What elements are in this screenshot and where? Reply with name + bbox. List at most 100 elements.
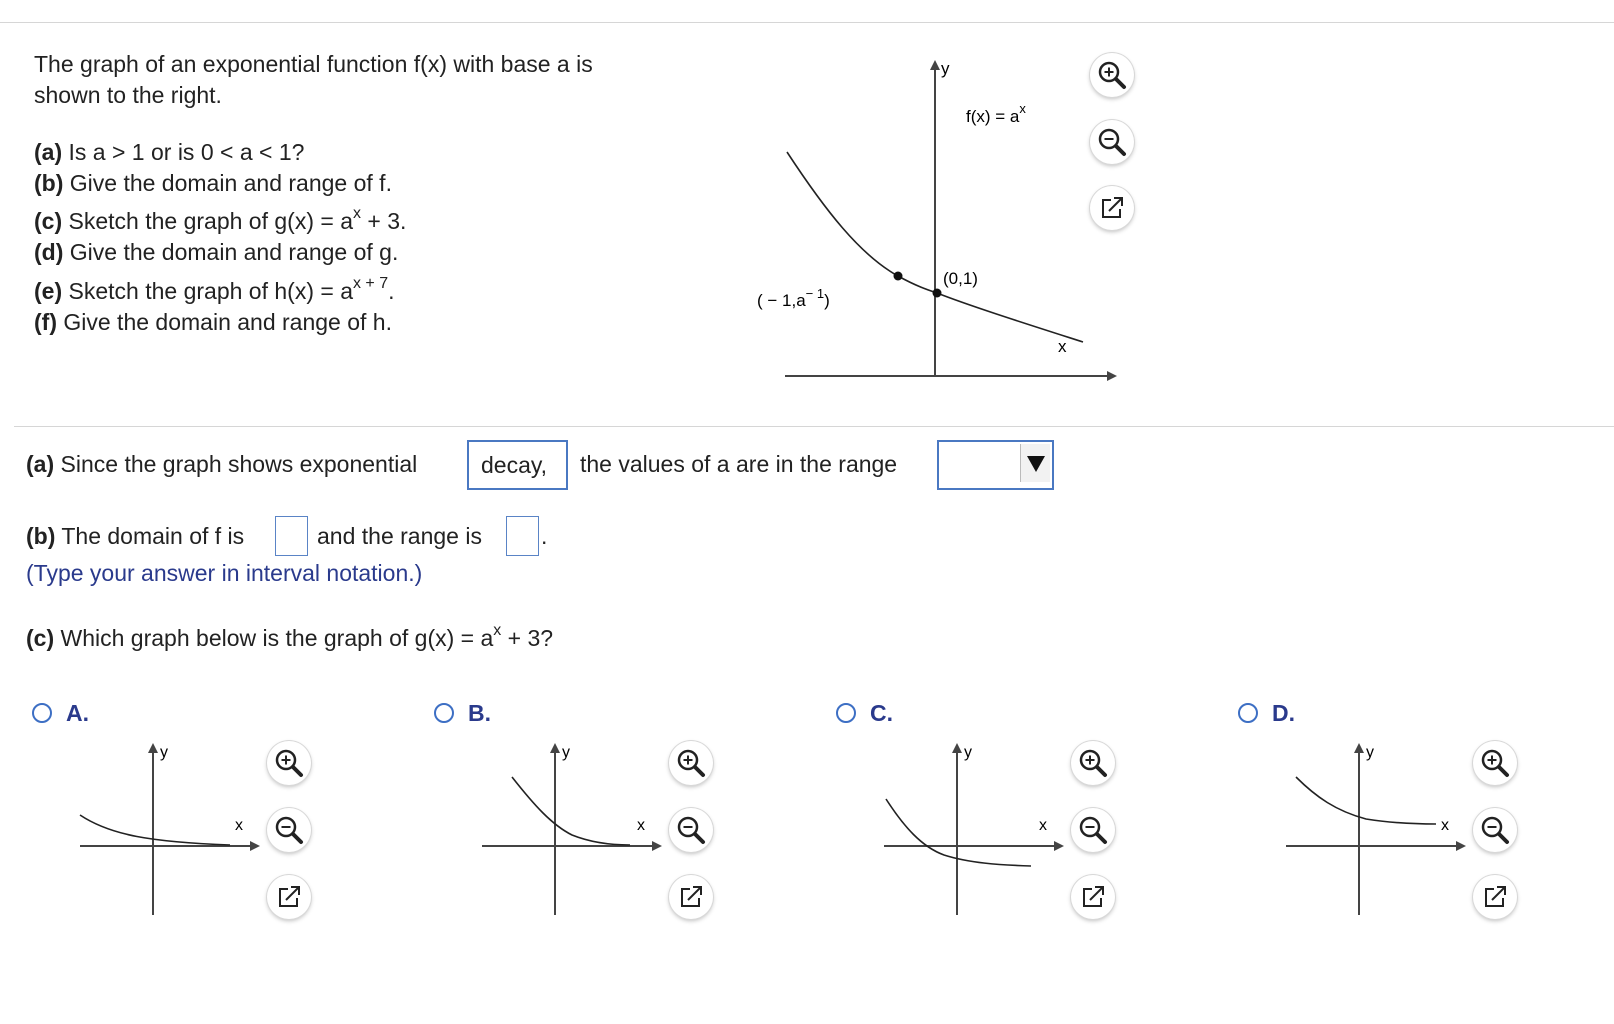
part-tail: . bbox=[388, 278, 395, 304]
main-zoom-in-button[interactable] bbox=[1090, 53, 1134, 97]
domain-input[interactable] bbox=[275, 516, 308, 556]
main-point2-label: ( − 1,a− 1) bbox=[757, 286, 830, 310]
option-c-radio[interactable] bbox=[836, 703, 856, 723]
option-a-curve bbox=[79, 814, 231, 846]
part-exponent: x bbox=[352, 205, 361, 222]
point-0-1 bbox=[932, 288, 942, 298]
part-text: Sketch the graph of h(x) = a bbox=[62, 278, 353, 304]
option-c-zoom-out-button[interactable] bbox=[1071, 808, 1115, 852]
option-d-radio[interactable] bbox=[1238, 703, 1258, 723]
answer-tag: (c) bbox=[26, 625, 55, 651]
top-divider bbox=[0, 22, 1614, 23]
question-part-d: (d) Give the domain and range of g. bbox=[34, 238, 398, 266]
option-c-open-window-button[interactable] bbox=[1071, 875, 1115, 919]
zoom-out-icon bbox=[1481, 816, 1509, 844]
part-text: Is a > 1 or is 0 < a < 1? bbox=[62, 139, 305, 165]
option-d-zoom-in-button[interactable] bbox=[1473, 741, 1517, 785]
interval-notation-hint: (Type your answer in interval notation.) bbox=[26, 560, 423, 586]
answer-a-text: (a) Since the graph shows exponential bbox=[26, 450, 417, 478]
open-window-icon bbox=[1102, 197, 1123, 218]
part-tag: (d) bbox=[34, 239, 64, 265]
range-input[interactable] bbox=[506, 516, 539, 556]
option-c-zoom-in-button[interactable] bbox=[1071, 741, 1115, 785]
option-a-y-label: y bbox=[160, 744, 168, 761]
part-tag: (b) bbox=[34, 170, 64, 196]
dropdown-arrow-icon[interactable] bbox=[1020, 444, 1050, 482]
option-b-radio[interactable] bbox=[434, 703, 454, 723]
open-window-icon bbox=[681, 886, 702, 907]
option-d-graph: y x bbox=[1286, 743, 1466, 915]
answer-tag: (a) bbox=[26, 451, 55, 477]
part-tag: (e) bbox=[34, 278, 63, 304]
option-a-zoom-in-button[interactable] bbox=[267, 741, 311, 785]
part-tag: (f) bbox=[34, 309, 57, 335]
option-d-open-window-button[interactable] bbox=[1473, 875, 1517, 919]
part-exponent: x + 7 bbox=[352, 275, 389, 292]
main-x-label: x bbox=[1058, 337, 1067, 356]
zoom-in-icon bbox=[1098, 61, 1126, 89]
answer-text: Which graph below is the graph of g(x) =… bbox=[54, 625, 494, 651]
zoom-in-icon bbox=[275, 749, 303, 777]
part-text: Sketch the graph of g(x) = a bbox=[62, 208, 353, 234]
main-exponential-graph: y x f(x) = ax (0,1) ( − 1,a− 1) bbox=[757, 59, 1117, 381]
option-d-label[interactable]: D. bbox=[1272, 700, 1295, 727]
question-part-e: (e) Sketch the graph of h(x) = ax + 7. bbox=[34, 275, 395, 305]
part-text: Give the domain and range of f. bbox=[63, 170, 392, 196]
question-intro-line2: shown to the right. bbox=[34, 82, 222, 108]
question-intro-line1: The graph of an exponential function f(x… bbox=[34, 51, 593, 77]
answer-b-period: . bbox=[541, 523, 548, 549]
part-tag: (c) bbox=[34, 208, 63, 234]
option-d-curve bbox=[1295, 776, 1437, 825]
zoom-in-icon bbox=[1481, 749, 1509, 777]
option-b-label[interactable]: B. bbox=[468, 700, 491, 727]
option-a-open-window-button[interactable] bbox=[267, 875, 311, 919]
option-b-open-window-button[interactable] bbox=[669, 875, 713, 919]
part-tail: + 3. bbox=[360, 208, 407, 234]
answer-text: Since the graph shows exponential bbox=[54, 451, 418, 477]
range-dropdown[interactable] bbox=[937, 440, 1054, 490]
option-a-zoom-out-button[interactable] bbox=[267, 808, 311, 852]
zoom-out-icon bbox=[1079, 816, 1107, 844]
answer-c-text: (c) Which graph below is the graph of g(… bbox=[26, 622, 553, 652]
part-tag: (a) bbox=[34, 139, 63, 165]
question-part-a: (a) Is a > 1 or is 0 < a < 1? bbox=[34, 138, 304, 166]
option-a-radio[interactable] bbox=[32, 703, 52, 723]
option-a-label[interactable]: A. bbox=[66, 700, 89, 727]
option-d-zoom-out-button[interactable] bbox=[1473, 808, 1517, 852]
question-part-b: (b) Give the domain and range of f. bbox=[34, 169, 392, 197]
answer-tag: (b) bbox=[26, 523, 56, 549]
open-window-icon bbox=[279, 886, 300, 907]
option-c-curve bbox=[885, 798, 1032, 867]
main-y-label: y bbox=[941, 59, 950, 78]
part-text: Give the domain and range of g. bbox=[63, 239, 399, 265]
option-c-graph: y x bbox=[884, 743, 1064, 915]
option-a-x-label: x bbox=[235, 817, 243, 834]
option-d-y-label: y bbox=[1366, 744, 1374, 761]
option-a-graph: y x bbox=[79, 743, 260, 915]
main-zoom-out-button[interactable] bbox=[1090, 120, 1134, 164]
main-open-window-button[interactable] bbox=[1090, 186, 1134, 230]
answer-b-text: (b) The domain of f is bbox=[26, 522, 244, 550]
main-func-label: f(x) = ax bbox=[966, 101, 1026, 126]
option-b-curve bbox=[511, 776, 631, 846]
option-c-x-label: x bbox=[1039, 817, 1047, 834]
option-b-graph: y x bbox=[482, 743, 662, 915]
option-c-label[interactable]: C. bbox=[870, 700, 893, 727]
option-b-y-label: y bbox=[562, 744, 570, 761]
zoom-in-icon bbox=[677, 749, 705, 777]
zoom-out-icon bbox=[1098, 128, 1126, 156]
answer-a-text2: the values of a are in the range bbox=[580, 451, 898, 477]
option-b-zoom-in-button[interactable] bbox=[669, 741, 713, 785]
question-part-c: (c) Sketch the graph of g(x) = ax + 3. bbox=[34, 205, 407, 235]
answer-text: The domain of f is bbox=[55, 523, 245, 549]
section-divider bbox=[14, 426, 1614, 427]
answer-exponent: x bbox=[493, 622, 502, 639]
question-part-f: (f) Give the domain and range of h. bbox=[34, 308, 392, 336]
option-c-y-label: y bbox=[964, 744, 972, 761]
main-point1-label: (0,1) bbox=[943, 269, 978, 288]
decay-answer-box[interactable]: decay, bbox=[467, 440, 568, 490]
open-window-icon bbox=[1485, 886, 1506, 907]
option-b-x-label: x bbox=[637, 817, 645, 834]
option-b-zoom-out-button[interactable] bbox=[669, 808, 713, 852]
answer-b-text2: and the range is bbox=[317, 523, 482, 549]
